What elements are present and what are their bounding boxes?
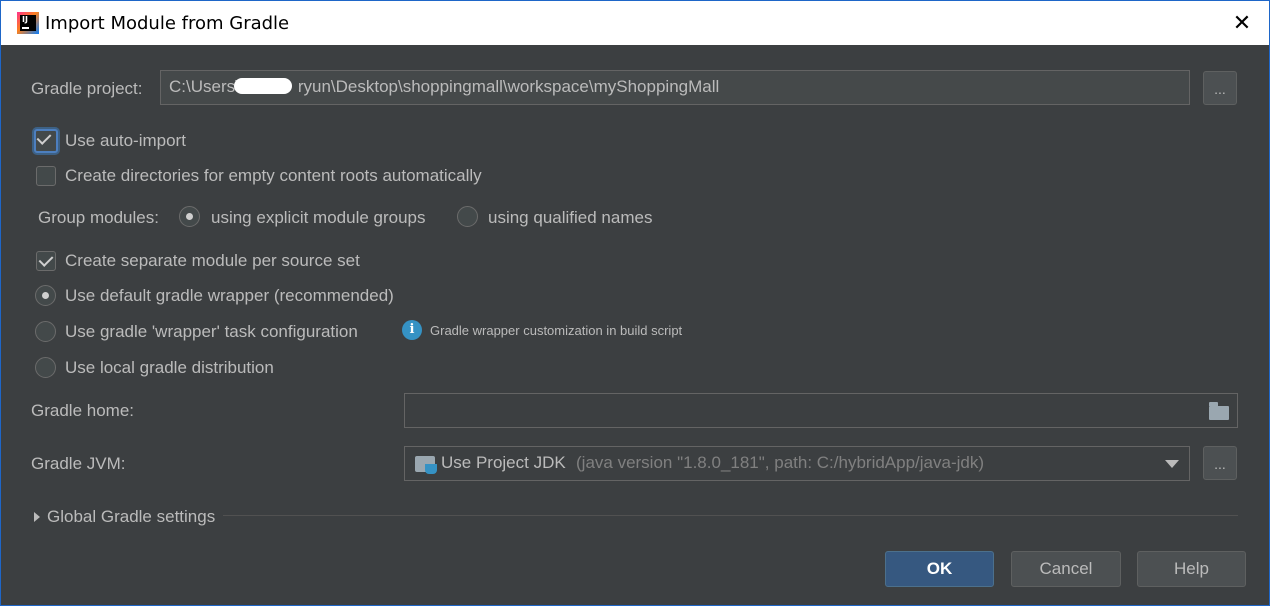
gradle-jvm-label: Gradle JVM:: [31, 454, 126, 473]
expand-triangle-icon[interactable]: [34, 512, 40, 522]
chevron-down-icon: [1165, 460, 1179, 468]
explicit-module-groups-label: using explicit module groups: [211, 208, 426, 227]
radio-selected-dot: [186, 213, 193, 220]
gradle-jvm-selected: Use Project JDK: [441, 453, 566, 472]
separate-module-checkbox[interactable]: [36, 251, 56, 271]
app-icon-text: IJ: [22, 15, 28, 24]
wrapper-info-text: Gradle wrapper customization in build sc…: [430, 323, 683, 338]
default-wrapper-radio[interactable]: [35, 285, 56, 306]
intellij-app-icon: IJ: [17, 12, 39, 34]
use-auto-import-label: Use auto-import: [65, 131, 186, 150]
ok-button[interactable]: OK: [885, 551, 994, 587]
gradle-project-path-prefix: C:\Users\: [169, 77, 240, 96]
jdk-icon: [415, 456, 437, 474]
cancel-button[interactable]: Cancel: [1011, 551, 1121, 587]
folder-open-icon[interactable]: [1209, 402, 1229, 420]
help-button[interactable]: Help: [1137, 551, 1246, 587]
wrapper-task-radio[interactable]: [35, 321, 56, 342]
local-distribution-label: Use local gradle distribution: [65, 358, 274, 377]
global-gradle-settings-label[interactable]: Global Gradle settings: [47, 507, 215, 527]
close-icon[interactable]: ✕: [1225, 7, 1259, 39]
separator: [223, 515, 1238, 516]
gradle-jvm-select[interactable]: Use Project JDK (java version "1.8.0_181…: [404, 446, 1190, 481]
local-distribution-radio[interactable]: [35, 357, 56, 378]
gradle-project-label: Gradle project:: [31, 79, 143, 98]
qualified-names-label: using qualified names: [488, 208, 653, 227]
gradle-project-path-suffix: ryun\Desktop\shoppingmall\workspace\mySh…: [297, 77, 720, 96]
default-wrapper-label: Use default gradle wrapper (recommended): [65, 286, 394, 305]
create-directories-label: Create directories for empty content roo…: [65, 166, 482, 185]
checkmark-icon: [38, 252, 54, 267]
dialog-content: Gradle project: C:\Users\ ryun\Desktop\sh…: [1, 45, 1269, 605]
gradle-home-label: Gradle home:: [31, 401, 134, 420]
explicit-module-groups-radio[interactable]: [179, 206, 200, 227]
import-module-dialog: IJ Import Module from Gradle ✕ Gradle pr…: [0, 0, 1270, 606]
info-icon: i: [402, 320, 422, 340]
use-auto-import-checkbox[interactable]: [34, 129, 58, 153]
window-title: Import Module from Gradle: [45, 13, 290, 34]
gradle-project-path-field[interactable]: C:\Users\ ryun\Desktop\shoppingmall\works…: [160, 70, 1190, 105]
create-directories-checkbox[interactable]: [36, 166, 56, 186]
gradle-jvm-browse-button[interactable]: ...: [1203, 446, 1237, 480]
qualified-names-radio[interactable]: [457, 206, 478, 227]
gradle-jvm-detail: (java version "1.8.0_181", path: C:/hybr…: [576, 453, 985, 472]
wrapper-task-label: Use gradle 'wrapper' task configuration: [65, 322, 358, 341]
redacted-username: [233, 77, 292, 94]
separate-module-label: Create separate module per source set: [65, 251, 360, 270]
gradle-project-browse-button[interactable]: ...: [1203, 71, 1237, 105]
group-modules-label: Group modules:: [38, 208, 159, 227]
radio-selected-dot: [42, 292, 49, 299]
checkmark-icon: [36, 130, 52, 145]
gradle-home-field[interactable]: [404, 393, 1238, 428]
title-bar: IJ Import Module from Gradle ✕: [1, 1, 1269, 45]
